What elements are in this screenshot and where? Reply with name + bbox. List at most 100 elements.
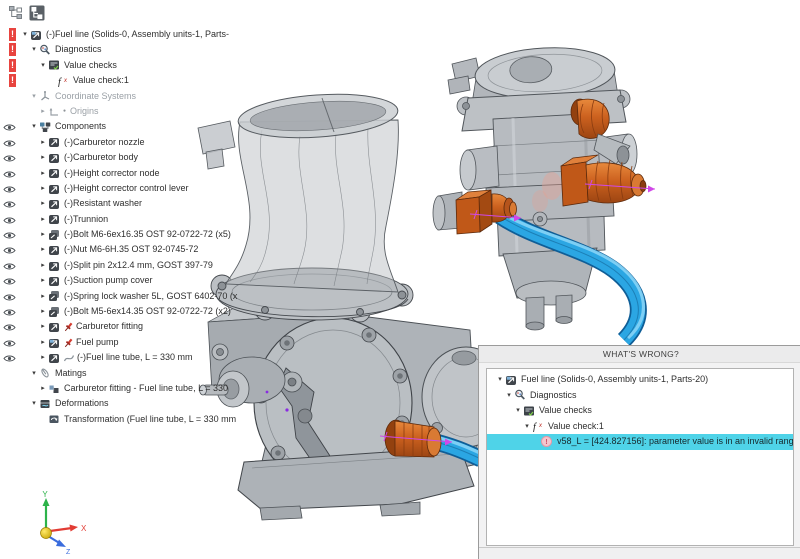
tree-row[interactable]: ▾ Fuel line (Solids-0, Assembly units-1, … — [487, 372, 793, 388]
svg-text:x: x — [63, 78, 68, 84]
tree-row[interactable]: ▸(-)Height corrector node — [0, 166, 268, 181]
eye-visibility-icon[interactable] — [3, 262, 16, 271]
tree-row[interactable]: ▸(-)Split pin 2x12.4 mm, GOST 397-79 — [0, 258, 268, 273]
eye-visibility-icon[interactable] — [3, 323, 16, 332]
expand-arrow-open-icon[interactable]: ▾ — [29, 396, 39, 411]
tree-row[interactable]: ▸(-)Fuel line tube, L = 330 mm — [0, 350, 268, 365]
part-icon — [48, 198, 62, 210]
components-tree-tab[interactable] — [28, 4, 45, 21]
eye-visibility-icon[interactable] — [3, 293, 16, 302]
tree-row[interactable]: ▸(-)Trunnion — [0, 212, 268, 227]
panel-title[interactable]: WHAT'S WRONG? — [479, 346, 800, 363]
structure-tree-icon — [8, 5, 23, 20]
expand-arrow-open-icon[interactable]: ▾ — [29, 366, 39, 381]
expand-arrow-closed-icon[interactable]: ▸ — [38, 150, 48, 165]
expand-arrow-open-icon[interactable]: ▾ — [38, 58, 48, 73]
tree-row[interactable]: ▾ Deformations — [0, 396, 268, 411]
error-tree-row[interactable]: !v58_L = [424.827156]: parameter value i… — [487, 434, 793, 450]
expand-arrow-closed-icon[interactable]: ▸ — [38, 181, 48, 196]
tree-row[interactable]: ▸Carburetor fitting - Fuel line tube, L … — [0, 381, 268, 396]
tree-item-label: Value checks — [62, 58, 117, 73]
tree-row[interactable]: ▾Components — [0, 119, 268, 134]
tree-row[interactable]: ▸ (-)Suction pump cover — [0, 273, 268, 288]
expand-arrow-closed-icon[interactable]: ▸ — [38, 104, 48, 119]
tree-row[interactable]: ▸(-)Carburetor body — [0, 150, 268, 165]
expand-arrow-open-icon[interactable]: ▾ — [504, 388, 514, 404]
eye-visibility-icon[interactable] — [3, 154, 16, 163]
tree-row[interactable]: !▾Value checks — [0, 58, 268, 73]
transformation-icon — [48, 413, 62, 425]
tree-row[interactable]: ▸●Origins — [0, 104, 268, 119]
whats-wrong-panel: WHAT'S WRONG? ▾ Fuel line (Solids-0, Asse… — [478, 345, 800, 559]
expand-arrow-closed-icon[interactable]: ▸ — [38, 258, 48, 273]
tree-row[interactable]: !▾(-)Fuel line (Solids-0, Assembly units… — [0, 27, 268, 42]
eye-visibility-icon[interactable] — [3, 216, 16, 225]
expand-arrow-open-icon[interactable]: ▾ — [20, 27, 30, 42]
part-icon — [48, 167, 62, 179]
expand-arrow-open-icon[interactable]: ▾ — [29, 89, 39, 104]
tree-row[interactable]: ▸Carburetor fitting — [0, 319, 268, 334]
expand-arrow-open-icon[interactable]: ▾ — [495, 372, 505, 388]
expand-arrow-closed-icon[interactable]: ▸ — [38, 166, 48, 181]
tree-item-label: Value checks — [537, 403, 592, 419]
eye-visibility-icon[interactable] — [3, 354, 16, 363]
eye-visibility-icon[interactable] — [3, 246, 16, 255]
tree-row[interactable]: !▾Diagnostics — [0, 42, 268, 57]
components-icon — [39, 121, 53, 133]
tree-row[interactable]: ▾Coordinate Systems — [0, 89, 268, 104]
tree-row[interactable]: !fxValue check:1 — [0, 73, 268, 88]
eye-visibility-icon[interactable] — [3, 123, 16, 132]
part-multi-icon — [48, 290, 62, 302]
expand-arrow-closed-icon[interactable]: ▸ — [38, 289, 48, 304]
eye-visibility-icon[interactable] — [3, 185, 16, 194]
tree-row[interactable]: Transformation (Fuel line tube, L = 330 … — [0, 412, 268, 427]
eye-visibility-icon[interactable] — [3, 200, 16, 209]
axis-x-label: X — [81, 524, 87, 533]
app-window: { "toolbar_tabs": [ {"name": "structure-… — [0, 0, 800, 559]
eye-visibility-icon[interactable] — [3, 231, 16, 240]
structure-tree-tab[interactable] — [7, 4, 24, 21]
expand-arrow-closed-icon[interactable]: ▸ — [38, 319, 48, 334]
tree-item-label: (-)Suction pump cover — [62, 273, 153, 288]
tree-row[interactable]: ▸(-)Height corrector control lever — [0, 181, 268, 196]
expand-arrow-closed-icon[interactable]: ▸ — [38, 212, 48, 227]
expand-arrow-closed-icon[interactable]: ▸ — [38, 196, 48, 211]
part-icon — [48, 321, 62, 333]
eye-visibility-icon[interactable] — [3, 308, 16, 317]
expand-arrow-open-icon[interactable]: ▾ — [29, 119, 39, 134]
tree-row[interactable]: ▾Matings — [0, 366, 268, 381]
tree-item-label: Fuel line (Solids-0, Assembly units-1, P… — [519, 372, 708, 388]
expand-arrow-open-icon[interactable]: ▾ — [513, 403, 523, 419]
expand-arrow-closed-icon[interactable]: ▸ — [38, 381, 48, 396]
tree-row[interactable]: ▸(-)Nut M6-6H.35 OST 92-0745-72 — [0, 242, 268, 257]
tree-row[interactable]: ▸(-)Bolt M6-6ex16.35 OST 92-0722-72 (x5) — [0, 227, 268, 242]
part-icon — [48, 275, 62, 287]
expand-arrow-closed-icon[interactable]: ▸ — [38, 273, 48, 288]
tree-row[interactable]: ▸(-)Carburetor nozzle — [0, 135, 268, 150]
part-multi-icon — [48, 306, 62, 318]
tree-row[interactable]: ▸(-)Spring lock washer 5L, GOST 6402-70 … — [0, 289, 268, 304]
expand-arrow-open-icon[interactable]: ▾ — [29, 42, 39, 57]
expand-arrow-closed-icon[interactable]: ▸ — [38, 304, 48, 319]
expand-arrow-closed-icon[interactable]: ▸ — [38, 242, 48, 257]
tree-row[interactable]: ▸(-)Resistant washer — [0, 196, 268, 211]
flexible-part-icon — [63, 352, 75, 364]
eye-visibility-icon[interactable] — [3, 170, 16, 179]
tree-row[interactable]: ▾fxValue check:1 — [487, 419, 793, 435]
expand-arrow-closed-icon[interactable]: ▸ — [38, 227, 48, 242]
expand-arrow-closed-icon[interactable]: ▸ — [38, 335, 48, 350]
part-icon — [48, 183, 62, 195]
tree-row[interactable]: ▾ Value checks — [487, 403, 793, 419]
tree-row[interactable]: ▾Diagnostics — [487, 388, 793, 404]
part-multi-icon — [48, 229, 62, 241]
eye-visibility-icon[interactable] — [3, 339, 16, 348]
expand-arrow-closed-icon[interactable]: ▸ — [38, 135, 48, 150]
tree-row[interactable]: ▸(-)Bolt M5-6ex14.35 OST 92-0722-72 (x2) — [0, 304, 268, 319]
eye-visibility-icon[interactable] — [3, 139, 16, 148]
tree-item-label: Origins — [68, 104, 99, 119]
expand-arrow-open-icon[interactable]: ▾ — [522, 419, 532, 435]
expand-arrow-closed-icon[interactable]: ▸ — [38, 350, 48, 365]
tree-item-label: Deformations — [53, 396, 109, 411]
tree-row[interactable]: ▸Fuel pump — [0, 335, 268, 350]
eye-visibility-icon[interactable] — [3, 277, 16, 286]
